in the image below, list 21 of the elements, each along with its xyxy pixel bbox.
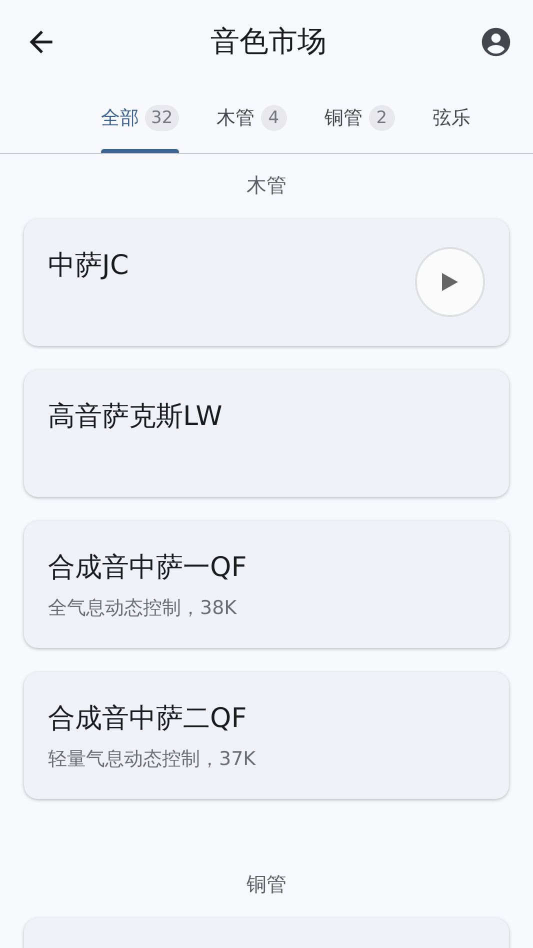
sound-name: 合成音中萨二QF: [48, 702, 248, 736]
sound-name: 高音萨克斯LW: [48, 400, 222, 434]
category-tab[interactable]: 铜管 2: [324, 83, 395, 153]
section-header: 铜管: [246, 871, 286, 898]
sound-card[interactable]: 合成音中萨一QF 全气息动态控制，38K: [24, 521, 509, 648]
count-badge: 2: [368, 105, 395, 131]
sound-card[interactable]: 合成音中萨二QF 轻量气息动态控制，37K: [24, 672, 509, 799]
sound-description: 轻量气息动态控制，37K: [48, 747, 256, 772]
sound-description: 全气息动态控制，38K: [48, 596, 238, 621]
sound-name: 合成音中萨一QF: [48, 551, 247, 585]
page-title: 音色市场: [210, 22, 326, 60]
category-tab[interactable]: 弦乐: [432, 83, 471, 153]
section-header: 木管: [246, 172, 286, 199]
count-badge: 4: [260, 105, 287, 131]
sound-card[interactable]: 中萨JC: [24, 219, 509, 346]
play-icon: [441, 272, 459, 292]
count-badge: 32: [145, 105, 179, 131]
sound-name: 中萨JC: [48, 249, 129, 283]
category-tab[interactable]: 木管 4: [216, 83, 287, 153]
category-tab[interactable]: 全部 32: [101, 83, 179, 153]
sound-card[interactable]: 高音萨克斯LW: [24, 370, 509, 497]
